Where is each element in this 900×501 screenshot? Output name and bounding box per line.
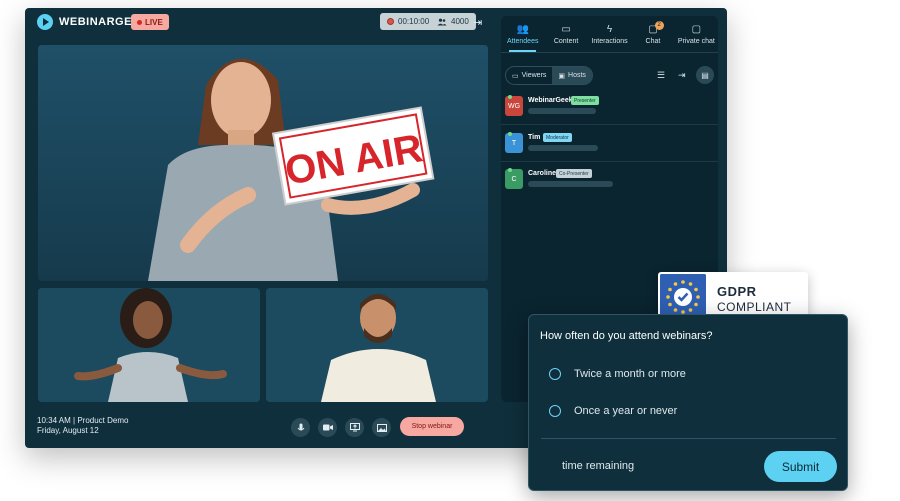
poll-option[interactable]: Once a year or never xyxy=(549,405,677,417)
online-indicator-icon xyxy=(508,132,512,136)
online-indicator-icon xyxy=(508,95,512,99)
tab-attendees[interactable]: 👥 Attendees xyxy=(501,16,544,52)
chat-unread-badge: 2 xyxy=(654,20,664,30)
participant-video-tile-2 xyxy=(266,288,488,402)
timer-value: 00:10:00 xyxy=(398,17,430,26)
private-chat-icon: ▢ xyxy=(691,23,702,35)
avatar-initials: WG xyxy=(507,102,521,110)
tab-private-chat[interactable]: ▢ Private chat xyxy=(675,16,718,52)
attendee-name: Tim xyxy=(528,134,541,141)
tab-label: Content xyxy=(553,37,579,45)
role-badge: Presenter xyxy=(571,96,599,105)
filter-label: Hosts xyxy=(568,72,586,79)
tab-interactions[interactable]: ϟ Interactions xyxy=(588,16,631,52)
poll-question: How often do you attend webinars? xyxy=(540,330,713,342)
attendee-name: Caroline xyxy=(528,170,557,177)
participant-video-tile-1 xyxy=(38,288,260,402)
export-icon[interactable]: ⇥ xyxy=(678,70,686,81)
screen-share-icon xyxy=(349,423,360,432)
list-item[interactable]: T Tim Moderator xyxy=(501,132,718,169)
tab-label: Chat xyxy=(645,37,661,45)
placeholder-bar xyxy=(528,145,598,151)
role-badge: Moderator xyxy=(543,133,572,142)
divider xyxy=(501,161,718,162)
session-time-title: 10:34 AM | Product Demo xyxy=(37,416,129,425)
play-logo-icon xyxy=(37,14,53,30)
list-item[interactable]: C Caroline Co-Presenter xyxy=(501,168,718,205)
recording-timer: 00:10:00 xyxy=(380,13,437,30)
list-item[interactable]: WG WebinarGeek Presenter xyxy=(501,95,718,132)
people-icon: 👥 xyxy=(516,23,529,35)
camera-icon xyxy=(322,424,333,431)
radio-button-icon[interactable] xyxy=(549,368,561,380)
filter-hosts-button[interactable]: ▣ Hosts xyxy=(552,67,592,84)
main-video-tile: ON AIR xyxy=(38,45,488,281)
filter-viewers-button[interactable]: ▭ Viewers xyxy=(506,67,552,84)
viewers-icon: ▭ xyxy=(512,72,519,80)
radio-button-icon[interactable] xyxy=(549,405,561,417)
filter-label: Viewers xyxy=(521,72,547,79)
tab-label: Interactions xyxy=(591,37,628,45)
participant-video-1 xyxy=(38,288,260,402)
session-date: Friday, August 12 xyxy=(37,426,99,435)
viewer-count[interactable]: 4000 xyxy=(430,13,476,30)
tab-label: Attendees xyxy=(506,37,539,45)
poll-option[interactable]: Twice a month or more xyxy=(549,368,686,380)
session-info: 10:34 AM | Product Demo Friday, August 1… xyxy=(37,416,128,436)
online-indicator-icon xyxy=(508,168,512,172)
divider xyxy=(501,124,718,125)
people-icon xyxy=(437,18,447,25)
tab-divider xyxy=(501,52,718,53)
lightning-icon: ϟ xyxy=(606,23,613,35)
id-card-icon[interactable]: ▤ xyxy=(696,66,714,84)
microphone-icon xyxy=(297,423,304,430)
camera-button[interactable] xyxy=(318,418,337,437)
filter-icon[interactable]: ☰ xyxy=(657,70,665,81)
avatar: C xyxy=(505,168,523,189)
microphone-button[interactable] xyxy=(291,418,310,437)
exit-arrow-icon[interactable]: ⇥ xyxy=(473,16,482,29)
poll-option-label: Twice a month or more xyxy=(574,368,686,380)
poll-option-label: Once a year or never xyxy=(574,405,678,417)
live-label: LIVE xyxy=(145,17,163,27)
folder-icon: ▭ xyxy=(561,23,571,35)
avatar-initials: C xyxy=(511,175,517,183)
panel-tabs: 👥 Attendees ▭ Content ϟ Interactions ▢ 2 … xyxy=(501,16,718,52)
tab-content[interactable]: ▭ Content xyxy=(544,16,587,52)
image-icon xyxy=(376,423,387,432)
live-badge: LIVE xyxy=(131,14,169,30)
placeholder-bar xyxy=(528,108,596,114)
live-dot-icon xyxy=(137,19,142,25)
tab-label: Private chat xyxy=(677,37,715,45)
poll-card: How often do you attend webinars? Twice … xyxy=(528,314,848,491)
presenter-video: ON AIR xyxy=(38,45,488,281)
avatar: T xyxy=(505,132,523,153)
gdpr-subtitle: COMPLIANT xyxy=(717,300,792,314)
placeholder-bar xyxy=(528,181,613,187)
time-remaining-label: time remaining xyxy=(562,460,635,472)
attendee-filter-toggle: ▭ Viewers ▣ Hosts xyxy=(505,66,593,85)
avatar: WG xyxy=(505,95,523,116)
role-badge: Co-Presenter xyxy=(556,169,592,178)
participant-video-2 xyxy=(266,288,488,402)
submit-button[interactable]: Submit xyxy=(764,451,837,482)
stop-webinar-button[interactable]: Stop webinar xyxy=(400,417,464,436)
divider xyxy=(541,438,836,439)
attendee-name: WebinarGeek xyxy=(528,97,573,104)
tab-chat[interactable]: ▢ 2 Chat xyxy=(631,16,674,52)
chat-bubble-icon: ▢ 2 xyxy=(648,20,664,35)
screen-share-button[interactable] xyxy=(345,418,364,437)
media-button[interactable] xyxy=(372,418,391,437)
viewer-count-value: 4000 xyxy=(451,17,469,26)
gdpr-title: GDPR xyxy=(717,284,757,299)
record-icon xyxy=(387,18,394,25)
hosts-icon: ▣ xyxy=(558,72,566,80)
avatar-initials: T xyxy=(511,139,517,147)
